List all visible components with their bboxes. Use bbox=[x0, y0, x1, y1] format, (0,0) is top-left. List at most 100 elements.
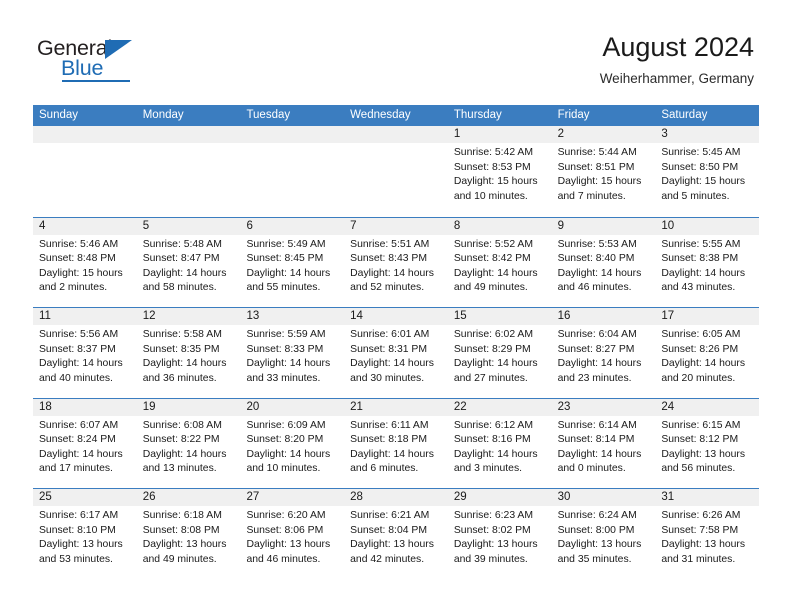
day-cell[interactable]: 9 Sunrise: 5:53 AM Sunset: 8:40 PM Dayli… bbox=[551, 217, 656, 307]
daylight-text-line1: Daylight: 13 hours bbox=[350, 539, 434, 551]
day-cell[interactable]: 13 Sunrise: 5:59 AM Sunset: 8:33 PM Dayl… bbox=[240, 308, 345, 398]
daylight-text-line2: and 46 minutes. bbox=[557, 282, 632, 294]
page-subtitle: Weiherhammer, Germany bbox=[599, 71, 754, 86]
day-cell[interactable]: 17 Sunrise: 6:05 AM Sunset: 8:26 PM Dayl… bbox=[655, 308, 760, 398]
day-number: 3 bbox=[655, 126, 760, 143]
daylight-text-line1: Daylight: 14 hours bbox=[246, 448, 331, 460]
weekday-header-row: Sunday Monday Tuesday Wednesday Thursday… bbox=[33, 105, 759, 126]
sunset-text: Sunset: 8:00 PM bbox=[557, 524, 635, 536]
day-cell[interactable]: 28 Sunrise: 6:21 AM Sunset: 8:04 PM Dayl… bbox=[344, 489, 448, 579]
sunset-text: Sunset: 8:33 PM bbox=[246, 343, 324, 355]
sunrise-text: Sunrise: 5:51 AM bbox=[350, 238, 430, 250]
day-number bbox=[344, 126, 448, 143]
day-number: 31 bbox=[655, 489, 760, 506]
daylight-text-line1: Daylight: 14 hours bbox=[661, 267, 746, 279]
daylight-text-line2: and 3 minutes. bbox=[453, 463, 523, 475]
sunset-text: Sunset: 8:08 PM bbox=[142, 524, 220, 536]
sunrise-text: Sunrise: 6:21 AM bbox=[350, 510, 430, 521]
daylight-text-line1: Daylight: 13 hours bbox=[142, 539, 227, 551]
sunset-text: Sunset: 8:40 PM bbox=[557, 253, 635, 265]
daylight-text-line2: and 46 minutes. bbox=[246, 553, 321, 565]
daylight-text-line1: Daylight: 13 hours bbox=[557, 539, 642, 551]
day-cell[interactable]: 5 Sunrise: 5:48 AM Sunset: 8:47 PM Dayli… bbox=[136, 217, 241, 307]
day-info: Sunrise: 6:17 AM Sunset: 8:10 PM Dayligh… bbox=[33, 506, 137, 567]
day-cell[interactable]: 7 Sunrise: 5:51 AM Sunset: 8:43 PM Dayli… bbox=[344, 217, 448, 307]
day-cell[interactable]: 8 Sunrise: 5:52 AM Sunset: 8:42 PM Dayli… bbox=[447, 217, 552, 307]
day-number bbox=[136, 126, 241, 143]
sunrise-text: Sunrise: 6:12 AM bbox=[453, 419, 534, 431]
weekday-thursday: Thursday bbox=[453, 109, 502, 121]
day-cell[interactable]: 4 Sunrise: 5:46 AM Sunset: 8:48 PM Dayli… bbox=[33, 217, 137, 307]
day-cell[interactable]: 23 Sunrise: 6:14 AM Sunset: 8:14 PM Dayl… bbox=[551, 398, 656, 488]
day-number: 18 bbox=[33, 398, 137, 416]
day-cell[interactable]: 2 Sunrise: 5:44 AM Sunset: 8:51 PM Dayli… bbox=[551, 126, 656, 217]
day-cell[interactable]: 18 Sunrise: 6:07 AM Sunset: 8:24 PM Dayl… bbox=[33, 398, 137, 488]
day-number: 2 bbox=[551, 126, 656, 143]
day-number: 1 bbox=[447, 126, 552, 143]
day-cell[interactable]: 29 Sunrise: 6:23 AM Sunset: 8:02 PM Dayl… bbox=[447, 489, 552, 579]
day-info: Sunrise: 6:14 AM Sunset: 8:14 PM Dayligh… bbox=[552, 416, 656, 477]
daylight-text-line1: Daylight: 14 hours bbox=[557, 358, 642, 370]
day-info: Sunrise: 5:55 AM Sunset: 8:38 PM Dayligh… bbox=[655, 235, 759, 296]
sunset-text: Sunset: 8:35 PM bbox=[142, 343, 220, 355]
general-blue-logo[interactable]: General Blue bbox=[37, 36, 187, 88]
day-cell bbox=[240, 126, 345, 217]
day-cell[interactable]: 12 Sunrise: 5:58 AM Sunset: 8:35 PM Dayl… bbox=[136, 308, 241, 398]
daylight-text-line1: Daylight: 15 hours bbox=[557, 176, 642, 188]
page-title: August 2024 bbox=[602, 32, 754, 62]
sunrise-text: Sunrise: 5:59 AM bbox=[246, 329, 326, 340]
weekday-saturday: Saturday bbox=[661, 109, 708, 121]
day-cell[interactable]: 25 Sunrise: 6:17 AM Sunset: 8:10 PM Dayl… bbox=[33, 489, 137, 579]
logo-text-blue: Blue bbox=[61, 56, 104, 80]
sunset-text: Sunset: 8:27 PM bbox=[557, 343, 635, 355]
weekday-sunday: Sunday bbox=[39, 109, 79, 121]
day-number: 12 bbox=[136, 308, 241, 325]
daylight-text-line1: Daylight: 15 hours bbox=[453, 176, 538, 188]
day-cell[interactable]: 22 Sunrise: 6:12 AM Sunset: 8:16 PM Dayl… bbox=[447, 398, 552, 488]
sunrise-text: Sunrise: 5:48 AM bbox=[142, 238, 222, 250]
day-cell[interactable]: 30 Sunrise: 6:24 AM Sunset: 8:00 PM Dayl… bbox=[551, 489, 656, 579]
day-cell[interactable]: 6 Sunrise: 5:49 AM Sunset: 8:45 PM Dayli… bbox=[240, 217, 345, 307]
sunset-text: Sunset: 8:50 PM bbox=[661, 161, 739, 173]
day-cell[interactable]: 20 Sunrise: 6:09 AM Sunset: 8:20 PM Dayl… bbox=[240, 398, 345, 488]
day-cell[interactable]: 24 Sunrise: 6:15 AM Sunset: 8:12 PM Dayl… bbox=[655, 398, 760, 488]
daylight-text-line2: and 42 minutes. bbox=[350, 553, 425, 565]
sunrise-text: Sunrise: 6:23 AM bbox=[453, 510, 534, 521]
daylight-text-line2: and 13 minutes. bbox=[142, 463, 217, 475]
day-cell[interactable]: 3 Sunrise: 5:45 AM Sunset: 8:50 PM Dayli… bbox=[655, 126, 760, 217]
daylight-text-line2: and 7 minutes. bbox=[557, 190, 626, 202]
day-cell[interactable]: 27 Sunrise: 6:20 AM Sunset: 8:06 PM Dayl… bbox=[240, 489, 345, 579]
day-cell[interactable]: 16 Sunrise: 6:04 AM Sunset: 8:27 PM Dayl… bbox=[551, 308, 656, 398]
day-cell[interactable]: 1 Sunrise: 5:42 AM Sunset: 8:53 PM Dayli… bbox=[447, 126, 552, 217]
daylight-text-line1: Daylight: 14 hours bbox=[350, 267, 434, 279]
day-cell[interactable]: 26 Sunrise: 6:18 AM Sunset: 8:08 PM Dayl… bbox=[136, 489, 241, 579]
daylight-text-line2: and 58 minutes. bbox=[142, 282, 217, 294]
daylight-text-line2: and 43 minutes. bbox=[661, 282, 736, 294]
sunset-text: Sunset: 8:48 PM bbox=[39, 253, 116, 265]
day-cell[interactable]: 15 Sunrise: 6:02 AM Sunset: 8:29 PM Dayl… bbox=[447, 308, 552, 398]
day-info: Sunrise: 5:53 AM Sunset: 8:40 PM Dayligh… bbox=[552, 235, 656, 296]
day-cell[interactable]: 19 Sunrise: 6:08 AM Sunset: 8:22 PM Dayl… bbox=[136, 398, 241, 488]
day-cell[interactable]: 31 Sunrise: 6:26 AM Sunset: 7:58 PM Dayl… bbox=[655, 489, 760, 579]
daylight-text-line2: and 56 minutes. bbox=[661, 463, 736, 475]
day-number: 4 bbox=[33, 217, 137, 235]
sunset-text: Sunset: 8:31 PM bbox=[350, 343, 427, 355]
title-block: August 2024 Weiherhammer, Germany bbox=[600, 30, 754, 89]
week-row: 18 Sunrise: 6:07 AM Sunset: 8:24 PM Dayl… bbox=[33, 397, 760, 488]
day-cell[interactable]: 21 Sunrise: 6:11 AM Sunset: 8:18 PM Dayl… bbox=[344, 398, 448, 488]
day-number: 15 bbox=[447, 308, 552, 325]
day-info: Sunrise: 5:42 AM Sunset: 8:53 PM Dayligh… bbox=[448, 143, 552, 204]
day-cell[interactable]: 14 Sunrise: 6:01 AM Sunset: 8:31 PM Dayl… bbox=[344, 308, 448, 398]
sunrise-text: Sunrise: 6:09 AM bbox=[246, 419, 326, 431]
daylight-text-line2: and 31 minutes. bbox=[661, 553, 736, 565]
day-number: 5 bbox=[136, 217, 241, 235]
sunset-text: Sunset: 8:12 PM bbox=[661, 434, 739, 446]
sunset-text: Sunset: 8:26 PM bbox=[661, 343, 739, 355]
sunset-text: Sunset: 8:20 PM bbox=[246, 434, 324, 446]
sunrise-text: Sunrise: 6:26 AM bbox=[661, 510, 741, 521]
day-info: Sunrise: 5:51 AM Sunset: 8:43 PM Dayligh… bbox=[344, 235, 448, 296]
day-cell[interactable]: 11 Sunrise: 5:56 AM Sunset: 8:37 PM Dayl… bbox=[33, 308, 137, 398]
week-row: 1 Sunrise: 5:42 AM Sunset: 8:53 PM Dayli… bbox=[33, 126, 760, 217]
day-number: 23 bbox=[551, 398, 656, 416]
day-cell[interactable]: 10 Sunrise: 5:55 AM Sunset: 8:38 PM Dayl… bbox=[655, 217, 760, 307]
